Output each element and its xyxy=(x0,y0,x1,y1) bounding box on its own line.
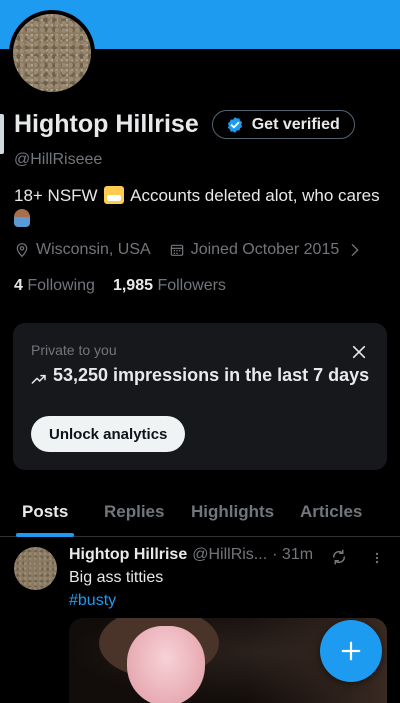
mask-face-emoji-icon xyxy=(104,186,125,204)
unlock-analytics-button[interactable]: Unlock analytics xyxy=(31,416,186,452)
analytics-card: Private to you 53,250 impressions in the… xyxy=(13,323,387,470)
profile-name-row: Hightop Hillrise Get verified xyxy=(14,110,355,139)
followers-count: 1,985 xyxy=(112,277,153,294)
post-text: Big ass titties xyxy=(69,569,164,586)
following-stat[interactable]: 4 Following xyxy=(14,277,95,295)
profile-avatar[interactable] xyxy=(9,10,95,96)
scroll-edge-indicator xyxy=(0,114,4,154)
more-icon[interactable] xyxy=(370,550,384,566)
media-shape xyxy=(127,626,205,703)
chevron-right-icon[interactable] xyxy=(347,242,363,258)
private-label: Private to you xyxy=(31,342,117,358)
following-count: 4 xyxy=(14,277,23,294)
compose-button[interactable] xyxy=(320,620,382,682)
tab-highlights[interactable]: Highlights xyxy=(191,502,274,522)
post-avatar[interactable] xyxy=(14,547,57,590)
person-shrugging-emoji-icon xyxy=(14,209,30,227)
bio-text-nsfw: 18+ NSFW xyxy=(14,186,98,205)
profile-name: Hightop Hillrise xyxy=(14,110,199,138)
sync-icon[interactable] xyxy=(330,548,348,566)
tab-articles[interactable]: Articles xyxy=(300,502,362,522)
tab-replies[interactable]: Replies xyxy=(104,502,164,522)
profile-joined: Joined October 2015 xyxy=(190,241,340,258)
get-verified-label: Get verified xyxy=(251,115,340,133)
following-label: Following xyxy=(27,277,95,294)
followers-stat[interactable]: 1,985 Followers xyxy=(113,277,226,295)
active-tab-indicator xyxy=(16,533,74,537)
bio-text-accounts: Accounts deleted alot, who cares xyxy=(130,186,380,205)
profile-tabs: Posts Replies Highlights Articles xyxy=(0,495,400,537)
impressions-text: 53,250 impressions in the last 7 days xyxy=(53,365,370,385)
compose-plus-icon xyxy=(341,641,361,661)
post-hashtag[interactable]: #busty xyxy=(69,592,116,610)
impressions-summary: 53,250 impressions in the last 7 days xyxy=(31,364,371,387)
post-author-handle[interactable]: @HillRis... xyxy=(192,546,267,564)
profile-location: Wisconsin, USA xyxy=(36,241,151,258)
verified-badge-icon xyxy=(227,116,242,133)
profile-handle: @HillRiseee xyxy=(14,151,103,168)
location-pin-icon xyxy=(16,243,28,258)
trending-up-icon xyxy=(31,374,46,384)
profile-meta-row: Wisconsin, USA Joined October 2015 xyxy=(14,241,363,259)
get-verified-button[interactable]: Get verified xyxy=(211,110,355,139)
followers-label: Followers xyxy=(157,277,226,294)
calendar-icon xyxy=(170,244,183,256)
post-author-name[interactable]: Hightop Hillrise xyxy=(69,546,187,564)
post-timestamp: · 31m xyxy=(272,546,314,563)
post-header: Hightop Hillrise @HillRis... · 31m xyxy=(69,546,313,564)
close-icon[interactable] xyxy=(351,344,367,360)
tab-posts[interactable]: Posts xyxy=(22,502,68,522)
profile-bio: 18+ NSFW Accounts deleted alot, who care… xyxy=(14,184,394,227)
follow-stats-row: 4 Following 1,985 Followers xyxy=(14,277,226,295)
